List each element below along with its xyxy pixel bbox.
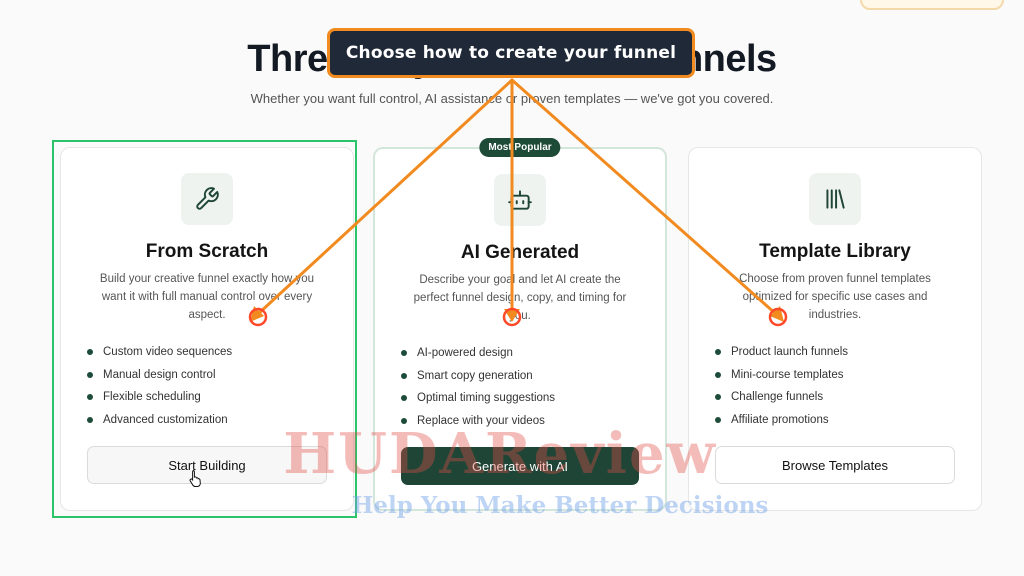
feature-item: Optimal timing suggestions — [401, 390, 555, 413]
card-template-library[interactable]: Template Library Choose from proven funn… — [688, 147, 982, 511]
library-icon — [809, 173, 861, 225]
card-description: Describe your goal and let AI create the… — [413, 274, 627, 322]
feature-list: Custom video sequences Manual design con… — [87, 344, 232, 434]
card-from-scratch[interactable]: From Scratch Build your creative funnel … — [60, 147, 354, 511]
browse-templates-button[interactable]: Browse Templates — [715, 446, 955, 484]
feature-item: Advanced customization — [87, 412, 232, 435]
top-right-pill[interactable] — [860, 0, 1004, 10]
feature-item: Mini-course templates — [715, 367, 848, 390]
feature-list: AI-powered design Smart copy generation … — [401, 345, 555, 435]
page-subtitle: Whether you want full control, AI assist… — [250, 91, 774, 106]
card-description: Build your creative funnel exactly how y… — [99, 273, 315, 321]
feature-item: Custom video sequences — [87, 344, 232, 367]
feature-item: Manual design control — [87, 367, 232, 390]
feature-list: Product launch funnels Mini-course templ… — [715, 344, 848, 434]
robot-icon — [494, 174, 546, 226]
annotation-callout: Choose how to create your funnel — [327, 28, 695, 78]
card-title: AI Generated — [460, 242, 580, 263]
wrench-icon — [181, 173, 233, 225]
feature-item: Flexible scheduling — [87, 389, 232, 412]
most-popular-badge: Most Popular — [479, 138, 561, 157]
feature-item: Product launch funnels — [715, 344, 848, 367]
feature-item: Challenge funnels — [715, 389, 848, 412]
card-ai-generated[interactable]: Most Popular AI Generated Describe your … — [373, 138, 667, 511]
feature-item: Replace with your videos — [401, 413, 555, 436]
feature-item: Affiliate promotions — [715, 412, 848, 435]
generate-with-ai-button[interactable]: Generate with AI — [401, 447, 639, 485]
feature-item: Smart copy generation — [401, 368, 555, 391]
start-building-button[interactable]: Start Building — [87, 446, 327, 484]
card-description: Choose from proven funnel templates opti… — [739, 273, 931, 321]
card-title: Template Library — [759, 241, 911, 262]
feature-item: AI-powered design — [401, 345, 555, 368]
card-title: From Scratch — [145, 241, 269, 262]
